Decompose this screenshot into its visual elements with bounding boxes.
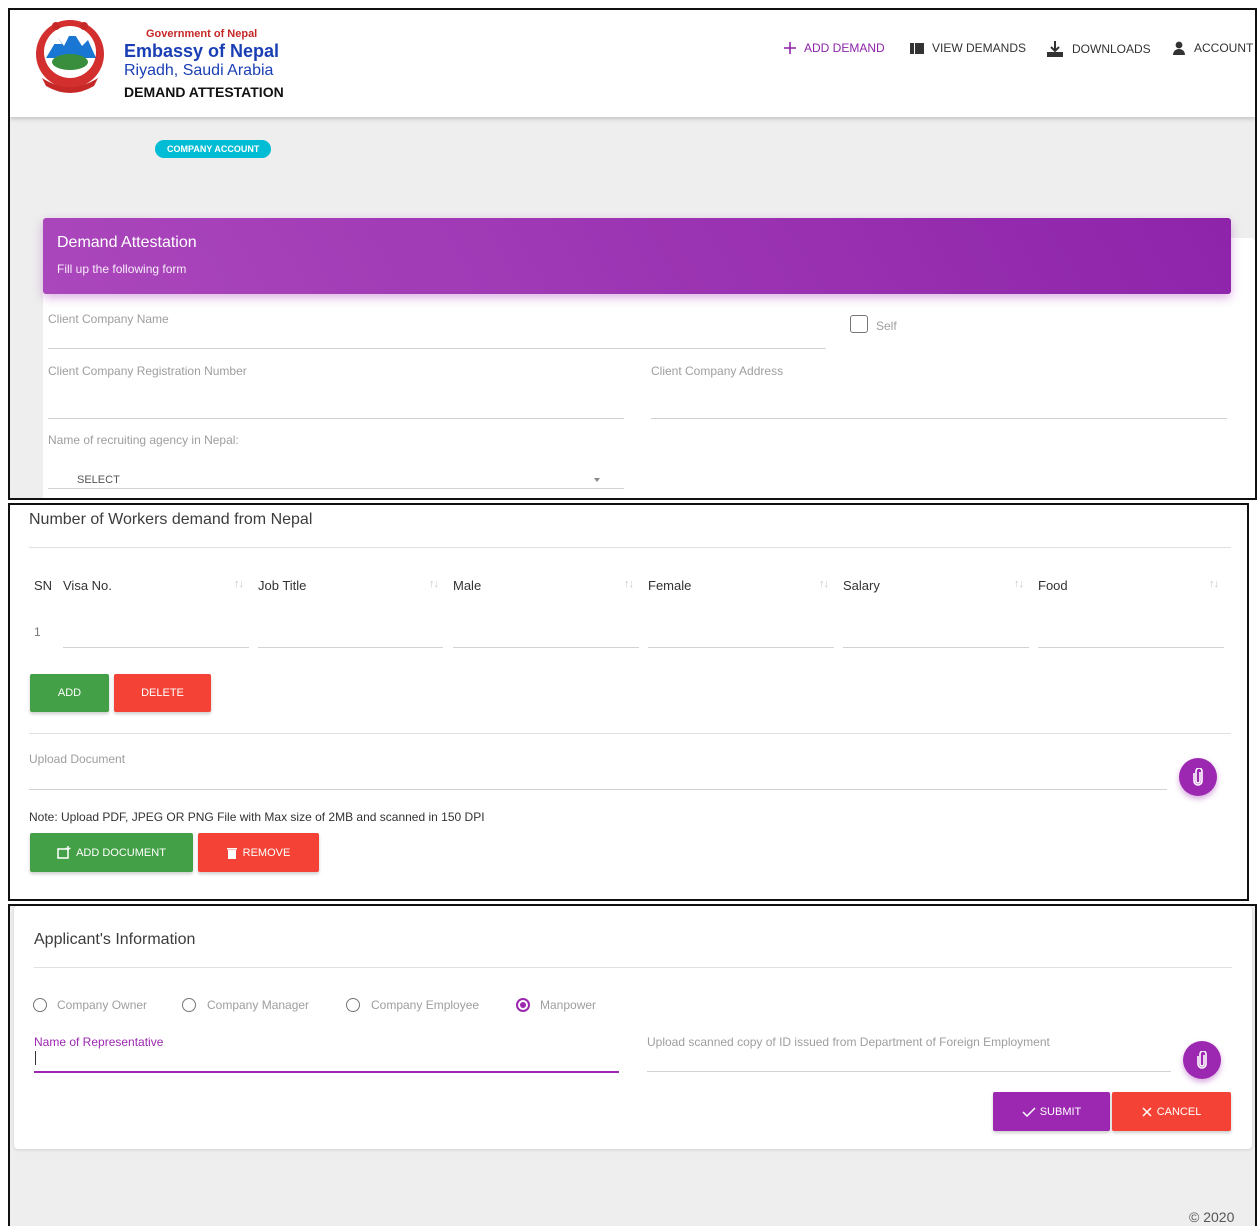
cancel-label: CANCEL [1156, 1105, 1202, 1118]
col-male[interactable]: Male [453, 578, 481, 593]
nepal-emblem-logo [36, 20, 104, 93]
download-icon [1047, 41, 1063, 57]
form-subtitle: Fill up the following form [57, 262, 187, 276]
attach-document-button[interactable] [1179, 758, 1217, 796]
form-card-header: Demand Attestation Fill up the following… [43, 218, 1231, 294]
food-input[interactable] [1038, 647, 1224, 648]
registration-number-input[interactable] [48, 418, 624, 419]
submit-label: SUBMIT [1039, 1105, 1082, 1118]
paperclip-icon [1193, 768, 1203, 786]
client-company-name-input[interactable] [48, 348, 826, 349]
nav-downloads[interactable]: DOWNLOADS [1046, 41, 1151, 57]
workers-panel: Number of Workers demand from Nepal SN V… [8, 503, 1249, 901]
text-cursor [35, 1051, 36, 1065]
sort-salary-icon[interactable]: ↑↓ [1014, 578, 1024, 590]
app-title: DEMAND ATTESTATION [124, 84, 284, 100]
add-row-button[interactable]: ADD [30, 674, 109, 712]
sort-visa-no-icon[interactable]: ↑↓ [234, 578, 244, 590]
plus-icon [784, 42, 796, 54]
nav-view-demands[interactable]: VIEW DEMANDS [910, 41, 1026, 55]
applicant-divider [34, 967, 1232, 968]
delete-row-button[interactable]: DELETE [114, 674, 211, 712]
applicant-title: Applicant's Information [34, 931, 196, 948]
add-file-icon [57, 846, 71, 859]
add-document-label: ADD DOCUMENT [76, 846, 166, 859]
agency-select-value[interactable]: SELECT [77, 474, 120, 486]
radio-company-manager-label: Company Manager [207, 998, 310, 1012]
col-food[interactable]: Food [1038, 578, 1068, 593]
paperclip-icon [1197, 1051, 1207, 1069]
nav-view-demands-label: VIEW DEMANDS [932, 41, 1027, 55]
company-account-badge[interactable]: COMPANY ACCOUNT [155, 140, 272, 158]
visa-no-input[interactable] [63, 647, 249, 648]
company-address-label: Client Company Address [651, 364, 784, 378]
upload-note: Note: Upload PDF, JPEG OR PNG File with … [29, 810, 485, 824]
sort-male-icon[interactable]: ↑↓ [624, 578, 634, 590]
upload-document-input[interactable] [29, 789, 1167, 790]
trash-icon [226, 847, 237, 859]
radio-company-employee[interactable] [346, 998, 360, 1012]
demand-attestation-panel: Government of Nepal Embassy of Nepal Riy… [8, 8, 1257, 500]
footer-copyright: © 2020 [1189, 1209, 1235, 1225]
representative-label: Name of Representative [34, 1035, 164, 1049]
col-job-title[interactable]: Job Title [258, 578, 306, 593]
form-title: Demand Attestation [57, 234, 197, 251]
remove-document-label: REMOVE [242, 846, 291, 859]
government-label: Government of Nepal [146, 28, 258, 40]
embassy-title: Embassy of Nepal [124, 41, 280, 61]
job-title-input[interactable] [258, 647, 443, 648]
check-icon [1022, 1106, 1036, 1117]
representative-input[interactable] [34, 1071, 619, 1073]
male-input[interactable] [453, 647, 639, 648]
sort-food-icon[interactable]: ↑↓ [1209, 578, 1219, 590]
attach-id-button[interactable] [1183, 1041, 1221, 1079]
nav-add-demand-label: ADD DEMAND [804, 41, 885, 55]
radio-company-owner[interactable] [33, 998, 47, 1012]
add-document-button[interactable]: ADD DOCUMENT [30, 833, 193, 872]
company-address-input[interactable] [651, 418, 1227, 419]
upload-id-input[interactable] [647, 1071, 1171, 1072]
salary-input[interactable] [843, 647, 1029, 648]
nav-add-demand[interactable]: ADD DEMAND [784, 41, 885, 55]
registration-number-label: Client Company Registration Number [48, 364, 247, 378]
person-icon [1173, 41, 1185, 55]
embassy-location: Riyadh, Saudi Arabia [124, 62, 274, 79]
radio-company-owner-label: Company Owner [57, 998, 148, 1012]
col-female[interactable]: Female [648, 578, 691, 593]
brand-block: Government of Nepal Embassy of Nepal Riy… [124, 28, 284, 103]
remove-document-button[interactable]: REMOVE [198, 833, 319, 872]
cancel-button[interactable]: CANCEL [1112, 1092, 1231, 1131]
col-visa-no[interactable]: Visa No. [63, 578, 112, 593]
agency-label: Name of recruiting agency in Nepal: [48, 433, 239, 447]
self-checkbox[interactable] [850, 315, 868, 333]
row-sn: 1 [34, 625, 41, 639]
close-icon [1142, 1106, 1152, 1117]
agency-select[interactable] [48, 488, 624, 489]
sort-female-icon[interactable]: ↑↓ [819, 578, 829, 590]
upload-document-label: Upload Document [29, 752, 126, 766]
upload-id-label: Upload scanned copy of ID issued from De… [647, 1035, 1050, 1049]
self-label: Self [876, 319, 897, 333]
radio-manpower[interactable] [516, 998, 530, 1012]
nav-account[interactable]: ACCOUNT [1172, 41, 1253, 55]
applicant-panel: Applicant's Information Company Owner Co… [8, 904, 1257, 1226]
client-company-name-label: Client Company Name [48, 312, 169, 326]
upload-divider [29, 733, 1231, 734]
submit-button[interactable]: SUBMIT [993, 1092, 1110, 1131]
radio-company-manager[interactable] [182, 998, 196, 1012]
radio-company-employee-label: Company Employee [371, 998, 480, 1012]
view-list-icon [910, 42, 924, 54]
chevron-down-icon[interactable] [594, 478, 600, 482]
nav-downloads-label: DOWNLOADS [1072, 42, 1151, 56]
nav-account-label: ACCOUNT [1194, 41, 1254, 55]
col-sn: SN [34, 578, 53, 593]
col-salary[interactable]: Salary [843, 578, 880, 593]
workers-divider [29, 547, 1231, 548]
sort-job-title-icon[interactable]: ↑↓ [429, 578, 439, 590]
female-input[interactable] [648, 647, 834, 648]
radio-manpower-label: Manpower [540, 998, 597, 1012]
top-navbar: Government of Nepal Embassy of Nepal Riy… [10, 10, 1255, 117]
workers-title: Number of Workers demand from Nepal [29, 511, 313, 528]
